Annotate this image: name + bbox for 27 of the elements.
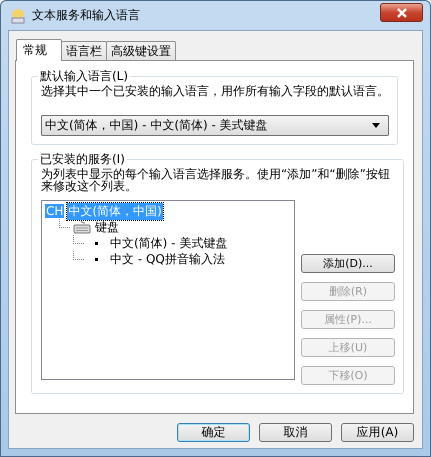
tree-connector xyxy=(73,250,84,260)
tree-item[interactable]: 中文(简体) - 美式键盘 xyxy=(109,234,228,252)
dialog-button[interactable]: 应用(A) xyxy=(341,423,414,442)
tab[interactable]: 语言栏 xyxy=(61,41,107,60)
group-title: 默认输入语言(L) xyxy=(39,68,130,85)
app-icon xyxy=(9,6,27,24)
tree-item[interactable]: 键盘 xyxy=(94,218,120,236)
description: 选择其中一个已安装的输入语言，用作所有输入字段的默认语言。 xyxy=(41,85,389,97)
language-dropdown[interactable]: 中文(简体，中国) - 中文(简体) - 美式键盘 xyxy=(41,115,389,136)
keyboard-icon xyxy=(73,220,91,234)
window-title: 文本服务和输入语言 xyxy=(32,7,140,24)
close-icon xyxy=(396,8,408,18)
action-button[interactable]: 添加(D)... xyxy=(301,254,395,273)
group-title: 已安装的服务(I) xyxy=(39,151,126,168)
description: 为列表中显示的每个输入语言选择服务。使用“添加”和“删除”按钮来修改这个列表。 xyxy=(41,168,391,192)
tab[interactable]: 常规 xyxy=(16,39,62,61)
close-button[interactable] xyxy=(380,3,423,22)
tree-connector xyxy=(59,218,70,228)
dropdown-arrow-icon xyxy=(372,123,380,128)
bullet-icon xyxy=(95,258,98,260)
tab[interactable]: 高级键设置 xyxy=(106,41,176,60)
dialog-button[interactable]: 确定 xyxy=(177,423,250,442)
tree-connector xyxy=(73,234,84,244)
bullet-icon xyxy=(95,242,98,244)
language-badge: CH xyxy=(45,204,64,218)
dialog-button[interactable]: 取消 xyxy=(259,423,332,442)
tree-item[interactable]: 中文 - QQ拼音输入法 xyxy=(109,250,226,268)
